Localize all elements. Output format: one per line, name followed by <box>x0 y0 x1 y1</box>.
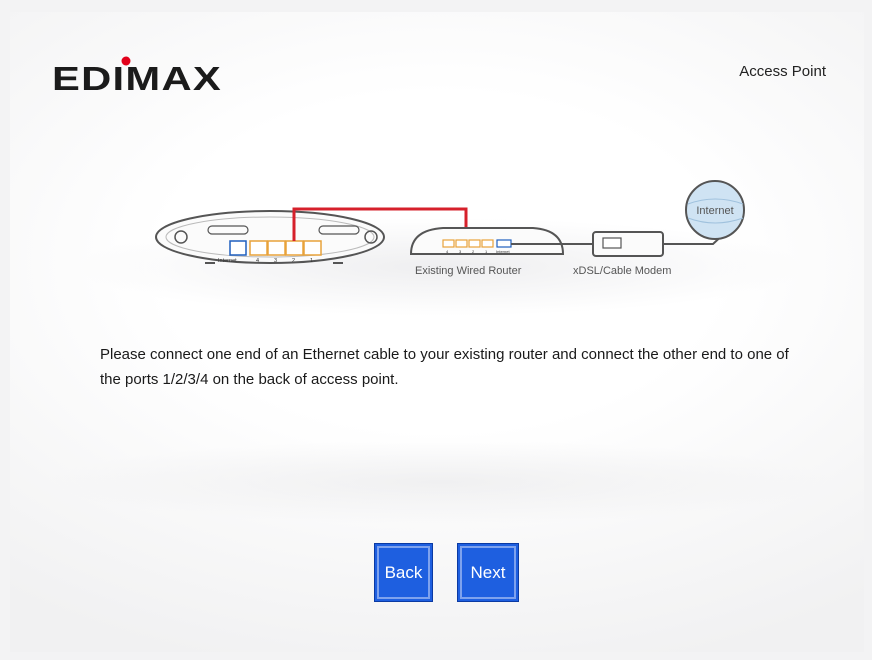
router-device: 4 3 2 1 Internet <box>409 227 565 255</box>
instruction-text: Please connect one end of an Ethernet ca… <box>100 346 789 388</box>
ap-port-label-3: 3 <box>274 258 277 264</box>
logo-text: EDIMAX <box>52 60 222 96</box>
ap-port-label-4: 4 <box>256 258 259 264</box>
next-button[interactable]: Next <box>457 543 519 602</box>
wizard-panel: EDIMAX Access Point Internet 4 3 2 1 4 3… <box>10 12 864 652</box>
connection-diagram: Internet 4 3 2 1 4 3 2 1 Internet Intern… <box>155 180 745 277</box>
product-title: Access Point <box>739 63 826 80</box>
ap-port-label-1: 1 <box>310 258 313 264</box>
modem-caption: xDSL/Cable Modem <box>573 265 671 277</box>
ap-port-label-2: 2 <box>292 258 295 264</box>
access-point-device: Internet 4 3 2 1 <box>155 210 385 264</box>
internet-globe-icon: Internet <box>685 180 745 240</box>
router-caption: Existing Wired Router <box>415 265 522 277</box>
back-button[interactable]: Back <box>374 543 433 602</box>
router-port-label-internet: Internet <box>496 249 510 254</box>
edimax-logo: EDIMAX <box>52 56 222 96</box>
ap-port-label-internet: Internet <box>218 258 237 264</box>
modem-device <box>592 231 664 257</box>
internet-label: Internet <box>696 205 733 217</box>
